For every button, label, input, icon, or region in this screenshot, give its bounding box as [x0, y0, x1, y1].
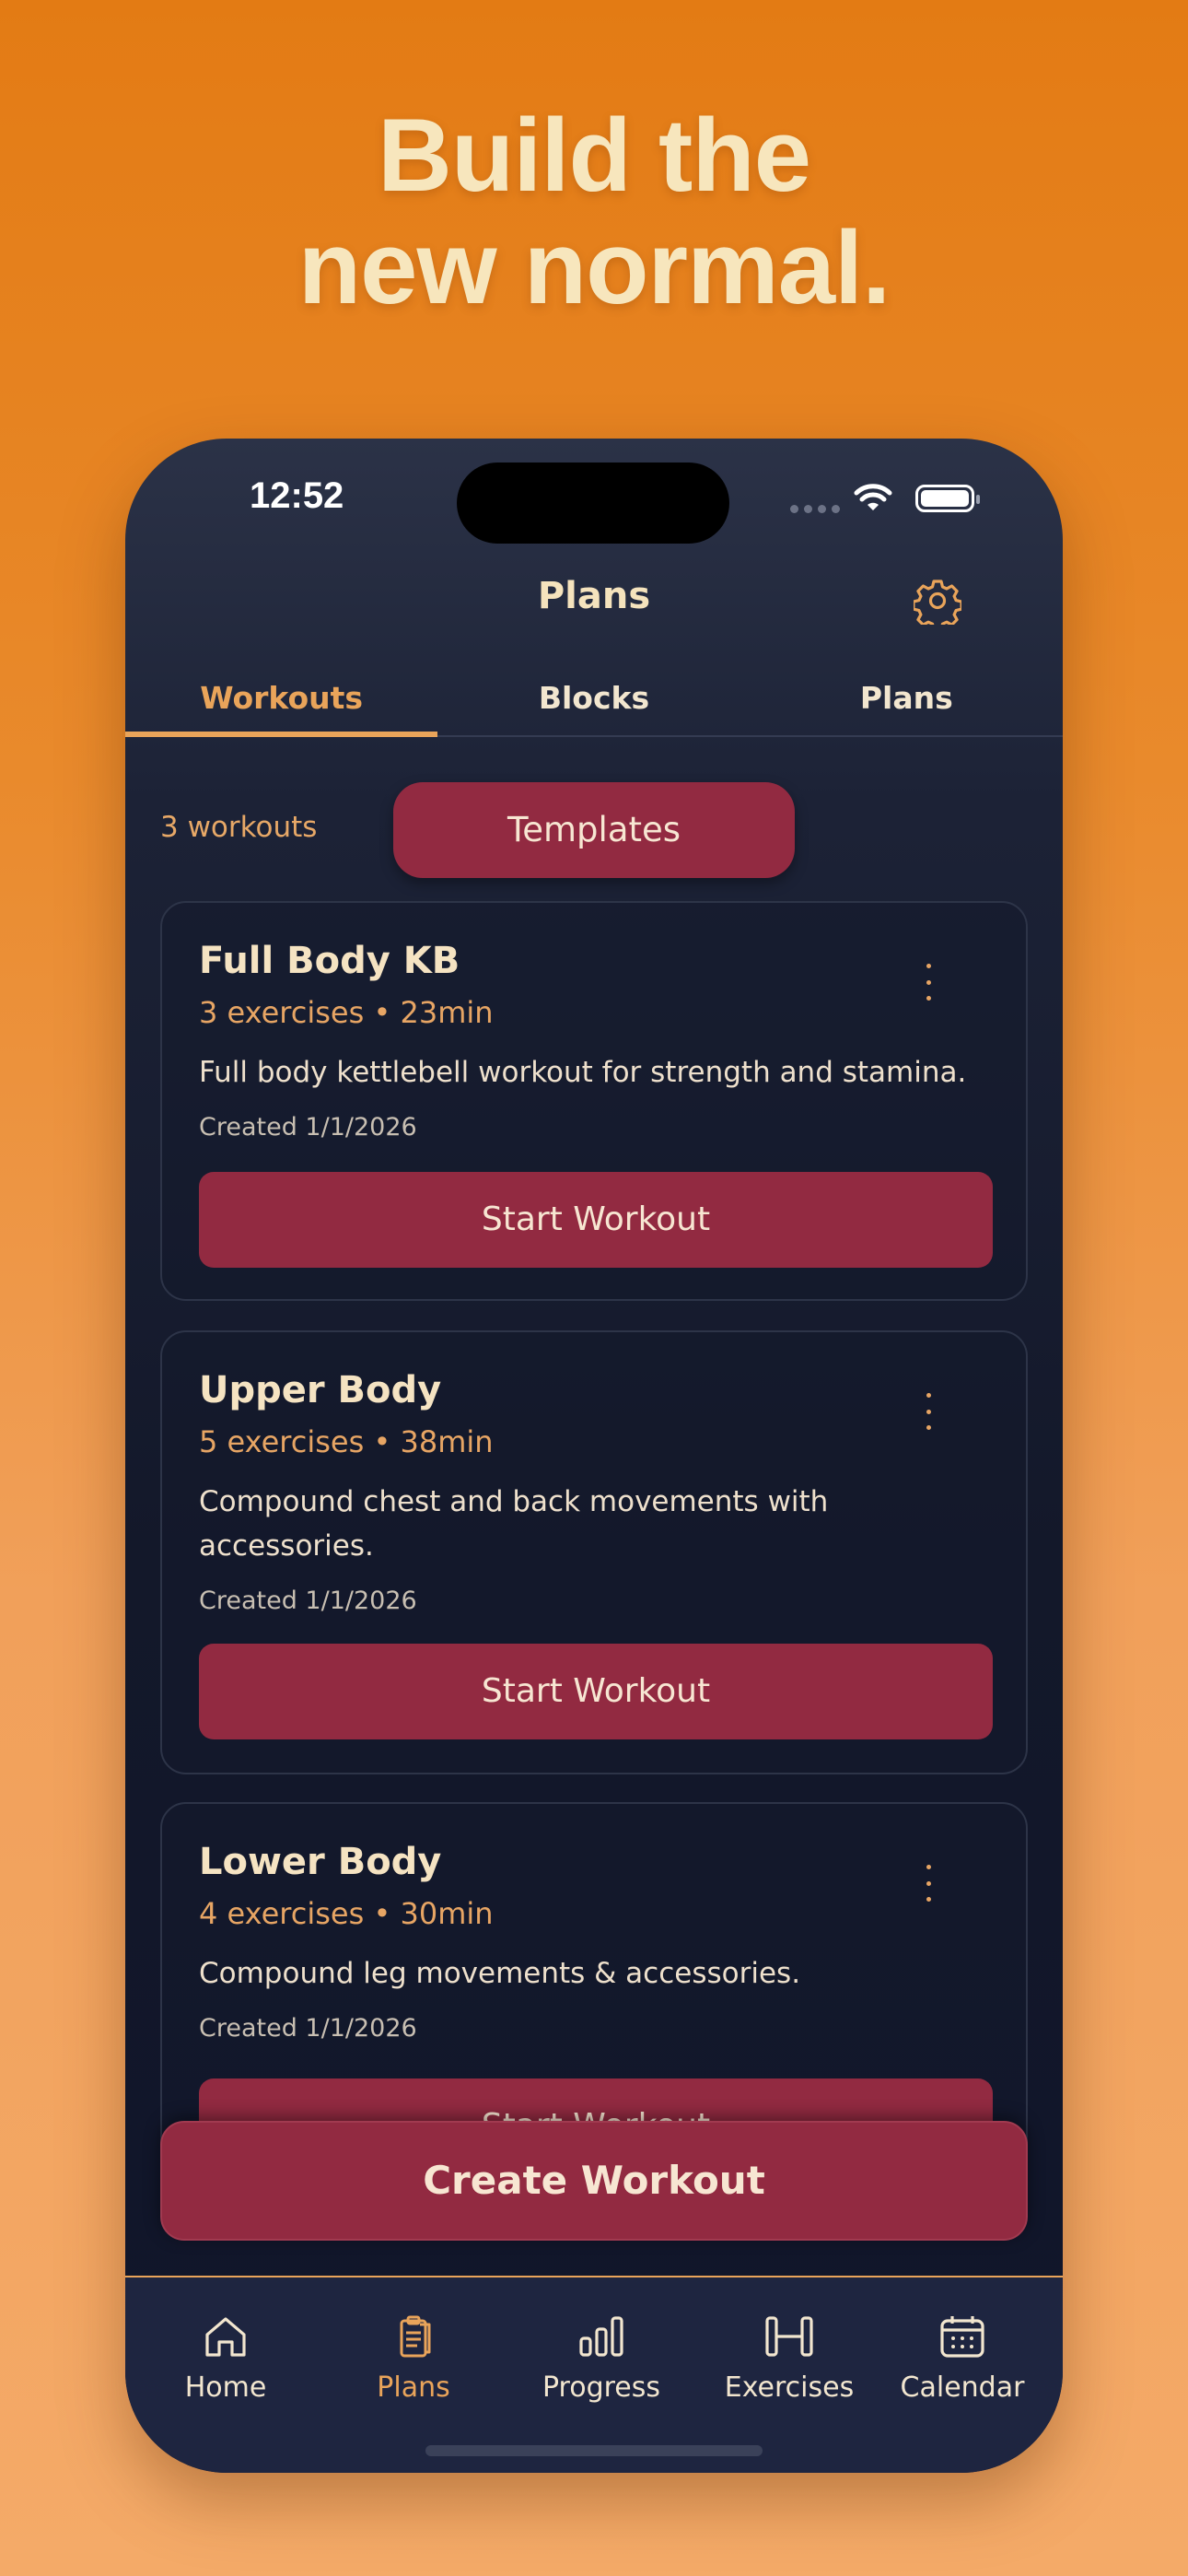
workout-description: Compound chest and back movements with a…	[199, 1485, 829, 1563]
tabbar-item-exercises[interactable]: Exercises	[695, 2313, 883, 2404]
more-options-icon[interactable]	[917, 1393, 939, 1430]
clipboard-icon	[400, 2315, 431, 2358]
home-icon	[205, 2317, 246, 2357]
phone-screen: 12:52 Plans Workouts Blocks Plans 3 work…	[125, 439, 1063, 2473]
tabbar-label: Calendar	[900, 2371, 1025, 2404]
gear-icon[interactable]	[914, 577, 961, 625]
workout-created-date: Created 1/1/2026	[199, 1113, 417, 1142]
segment-tabs: Workouts Blocks Plans	[125, 674, 1063, 737]
calendar-icon	[940, 2316, 984, 2358]
bottom-tab-bar: Home Plans Progress Exercises Calendar	[125, 2276, 1063, 2473]
more-options-icon[interactable]	[917, 1865, 939, 1902]
workout-description: Compound leg movements & accessories.	[199, 1957, 801, 1990]
more-options-icon[interactable]	[917, 964, 939, 1001]
tabbar-item-calendar[interactable]: Calendar	[868, 2313, 1056, 2404]
start-workout-button[interactable]: Start Workout	[199, 1172, 993, 1268]
workout-name: Lower Body	[199, 1841, 442, 1883]
tab-blocks[interactable]: Blocks	[437, 674, 750, 735]
tab-plans[interactable]: Plans	[751, 674, 1063, 735]
headline-line-1: Build the	[377, 98, 811, 213]
tabbar-label: Exercises	[724, 2371, 855, 2404]
marketing-headline: Build the new normal.	[0, 100, 1188, 324]
workout-meta: 3 exercises • 23min	[199, 995, 494, 1030]
battery-icon	[915, 485, 980, 512]
workout-name: Upper Body	[199, 1369, 442, 1411]
headline-line-2: new normal.	[297, 210, 891, 325]
workout-created-date: Created 1/1/2026	[199, 1587, 417, 1615]
tabbar-label: Plans	[377, 2371, 450, 2404]
workout-name: Full Body KB	[199, 940, 460, 982]
templates-button[interactable]: Templates	[393, 782, 795, 878]
start-workout-button[interactable]: Start Workout	[199, 1644, 993, 1739]
tabbar-label: Home	[184, 2371, 267, 2404]
tabbar-item-plans[interactable]: Plans	[320, 2313, 507, 2404]
tabbar-label: Progress	[542, 2371, 661, 2404]
workout-meta: 5 exercises • 38min	[199, 1424, 494, 1459]
dynamic-island	[457, 463, 729, 544]
wifi-icon	[854, 484, 892, 510]
workout-created-date: Created 1/1/2026	[199, 2014, 417, 2043]
workout-card[interactable]: Full Body KB 3 exercises • 23min Full bo…	[160, 901, 1028, 1301]
create-workout-button[interactable]: Create Workout	[160, 2121, 1028, 2241]
home-indicator[interactable]	[425, 2445, 763, 2456]
status-time: 12:52	[250, 475, 344, 516]
workout-meta: 4 exercises • 30min	[199, 1896, 494, 1931]
workout-card[interactable]: Upper Body 5 exercises • 38min Compound …	[160, 1330, 1028, 1774]
bar-chart-icon	[579, 2316, 623, 2357]
tabbar-item-progress[interactable]: Progress	[507, 2313, 695, 2404]
dumbbell-icon	[765, 2316, 813, 2357]
tabbar-item-home[interactable]: Home	[132, 2313, 320, 2404]
workout-description: Full body kettlebell workout for strengt…	[199, 1056, 967, 1089]
workout-count: 3 workouts	[160, 811, 318, 844]
cellular-signal-icon	[790, 505, 840, 513]
tab-workouts[interactable]: Workouts	[125, 674, 438, 737]
